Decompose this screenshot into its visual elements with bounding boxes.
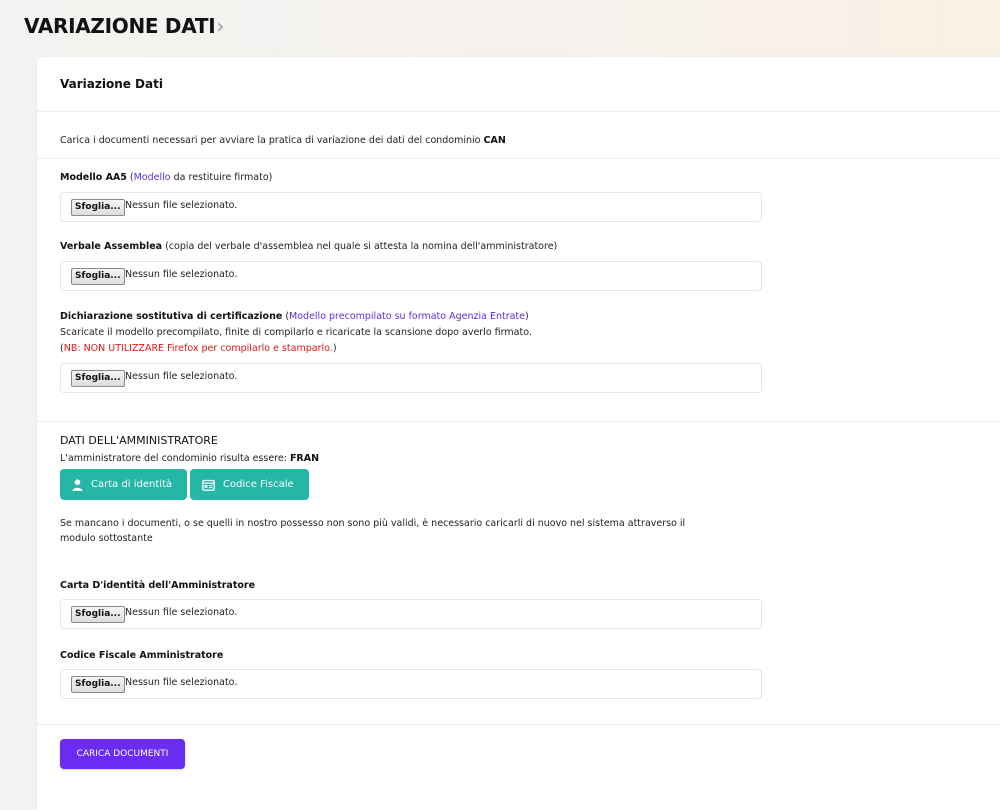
aa5-label: Modello AA5 (Modello da restituire firma…: [60, 172, 272, 183]
aa5-label-suffix: da restituire firmato): [170, 172, 273, 183]
firefox-warning: (NB: NON UTILIZZARE Firefox per compilar…: [60, 343, 337, 354]
carta-admin-label-title: Carta D'identità dell'Amministratore: [60, 580, 256, 591]
file-status: Nessun file selezionato.: [125, 607, 238, 618]
aa5-paren-open: (: [126, 172, 134, 183]
carta-admin-label: Carta D'identità dell'Amministratore: [60, 580, 255, 591]
codice-fiscale-button[interactable]: Codice Fiscale: [190, 469, 309, 500]
aa5-model-link[interactable]: Modello: [134, 172, 171, 183]
intro-text: Carica i documenti necessari per avviare…: [60, 135, 506, 146]
browse-button[interactable]: Sfoglia...: [71, 268, 125, 285]
browse-button[interactable]: Sfoglia...: [71, 676, 125, 693]
dichiarazione-label: Dichiarazione sostitutiva di certificazi…: [60, 311, 529, 322]
divider: [37, 158, 1000, 159]
firefox-warning-text: NB: NON UTILIZZARE Firefox per compilarl…: [63, 343, 333, 354]
divider: [37, 111, 1000, 112]
dichiarazione-paren-close: ): [525, 311, 529, 322]
verbale-label-title: Verbale Assemblea: [60, 241, 163, 252]
page-title: VARIAZIONE DATI›: [24, 14, 224, 38]
carta-admin-file-input[interactable]: Sfoglia... Nessun file selezionato.: [60, 599, 762, 629]
chevron-right-icon: ›: [216, 14, 225, 38]
aa5-file-input[interactable]: Sfoglia... Nessun file selezionato.: [60, 192, 762, 222]
verbale-label: Verbale Assemblea (copia del verbale d'a…: [60, 241, 557, 252]
divider: [37, 724, 1000, 725]
page-title-text: VARIAZIONE DATI: [24, 14, 216, 38]
admin-line: L'amministratore del condominio risulta …: [60, 453, 319, 464]
variazione-card: Variazione Dati Carica i documenti neces…: [37, 57, 1000, 810]
warning-paren-close: ): [332, 343, 337, 354]
verbale-label-suffix: (copia del verbale d'assemblea nel quale…: [162, 241, 558, 252]
carica-documenti-button[interactable]: CARICA DOCUMENTI: [60, 739, 185, 769]
browse-button[interactable]: Sfoglia...: [71, 199, 125, 216]
id-card-icon: [202, 479, 215, 491]
intro-text-body: Carica i documenti necessari per avviare…: [60, 135, 481, 146]
dichiarazione-label-title: Dichiarazione sostitutiva di certificazi…: [60, 311, 283, 322]
user-icon: [72, 478, 83, 491]
verbale-file-input[interactable]: Sfoglia... Nessun file selezionato.: [60, 261, 762, 291]
admin-line-text: L'amministratore del condominio risulta …: [60, 453, 287, 464]
file-status: Nessun file selezionato.: [125, 677, 238, 688]
file-status: Nessun file selezionato.: [125, 371, 238, 382]
cf-admin-file-input[interactable]: Sfoglia... Nessun file selezionato.: [60, 669, 762, 699]
admin-notice-line2: modulo sottostante: [60, 533, 153, 544]
carta-identita-button[interactable]: Carta di identità: [60, 469, 187, 500]
condominium-code: CAN: [483, 135, 506, 146]
codice-fiscale-label: Codice Fiscale: [223, 479, 294, 490]
cf-admin-label: Codice Fiscale Amministratore: [60, 650, 223, 661]
aa5-label-title: Modello AA5: [60, 172, 127, 183]
admin-section-heading: DATI DELL'AMMINISTRATORE: [60, 434, 218, 447]
browse-button[interactable]: Sfoglia...: [71, 370, 125, 387]
dichiarazione-instructions: Scaricate il modello precompilato, finit…: [60, 327, 532, 338]
admin-name: FRAN: [289, 453, 320, 464]
carta-identita-label: Carta di identità: [91, 479, 173, 490]
admin-notice-line1: Se mancano i documenti, o se quelli in n…: [60, 518, 686, 529]
divider: [37, 421, 1000, 422]
file-status: Nessun file selezionato.: [125, 269, 238, 280]
browse-button[interactable]: Sfoglia...: [71, 606, 125, 623]
cf-admin-label-title: Codice Fiscale Amministratore: [60, 650, 224, 661]
dichiarazione-file-input[interactable]: Sfoglia... Nessun file selezionato.: [60, 363, 762, 393]
card-title: Variazione Dati: [60, 77, 163, 91]
file-status: Nessun file selezionato.: [125, 200, 238, 211]
dichiarazione-model-link[interactable]: Modello precompilato su formato Agenzia …: [289, 311, 525, 322]
